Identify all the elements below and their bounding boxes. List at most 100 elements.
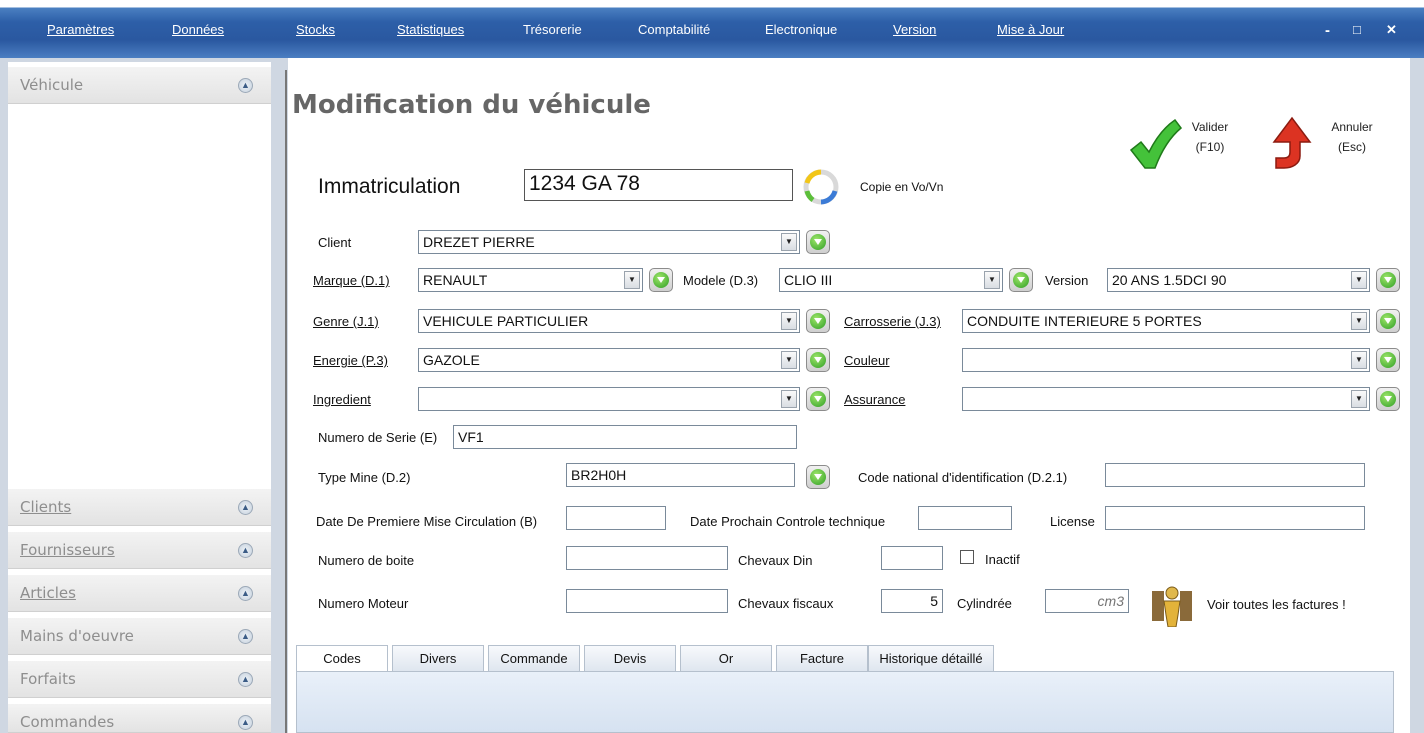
sidebar-item-label: Forfaits — [20, 670, 76, 688]
genre-value: VEHICULE PARTICULIER — [423, 313, 589, 329]
fiscaux-input[interactable]: 5 — [881, 589, 943, 613]
fiscaux-label: Chevaux fiscaux — [738, 596, 834, 611]
tab-facture[interactable]: Facture — [776, 645, 868, 671]
tab-commande[interactable]: Commande — [488, 645, 580, 671]
couleur-label: Couleur — [844, 353, 890, 368]
assurance-label: Assurance — [844, 392, 906, 407]
modele-select[interactable]: CLIO III ▼ — [779, 268, 1003, 292]
ingredient-add-button[interactable] — [806, 387, 830, 411]
typemine-input[interactable]: BR2H0H — [566, 463, 795, 487]
dropdown-arrow-icon[interactable]: ▼ — [781, 233, 797, 251]
dropdown-arrow-icon[interactable]: ▼ — [984, 271, 1000, 289]
close-button[interactable]: ✕ — [1386, 22, 1397, 38]
menu-parametres[interactable]: Paramètres — [47, 22, 114, 37]
sidebar-item-vehicule[interactable]: Véhicule ▲ — [8, 66, 271, 104]
energie-select[interactable]: GAZOLE ▼ — [418, 348, 800, 372]
codenat-label: Code national d'identification (D.2.1) — [858, 470, 1068, 485]
assurance-add-button[interactable] — [1376, 387, 1400, 411]
license-label: License — [1050, 514, 1095, 529]
dropdown-arrow-icon[interactable]: ▼ — [624, 271, 640, 289]
dropdown-arrow-icon[interactable]: ▼ — [1351, 351, 1367, 369]
couleur-select[interactable]: ▼ — [962, 348, 1370, 372]
menu-electronique[interactable]: Electronique — [765, 22, 837, 37]
codenat-input[interactable] — [1105, 463, 1365, 487]
genre-add-button[interactable] — [806, 309, 830, 333]
cylindree-input[interactable] — [1045, 589, 1129, 613]
dropdown-arrow-icon[interactable]: ▼ — [1351, 390, 1367, 408]
dropdown-arrow-icon[interactable]: ▼ — [781, 351, 797, 369]
version-select[interactable]: 20 ANS 1.5DCI 90 ▼ — [1107, 268, 1370, 292]
menu-version[interactable]: Version — [893, 22, 936, 37]
version-add-button[interactable] — [1376, 268, 1400, 292]
sidebar-item-commandes[interactable]: Commandes ▲ — [8, 703, 271, 733]
serie-input[interactable]: VF1 — [453, 425, 797, 449]
tab-historique[interactable]: Historique détaillé — [868, 645, 994, 671]
dropdown-arrow-icon[interactable]: ▼ — [1351, 312, 1367, 330]
invoices-label[interactable]: Voir toutes les factures ! — [1207, 597, 1346, 612]
circle-down-icon — [810, 352, 826, 368]
sidebar-item-label: Commandes — [20, 713, 115, 731]
tab-divers[interactable]: Divers — [392, 645, 484, 671]
chevron-up-icon[interactable]: ▲ — [238, 629, 253, 644]
menu-statistiques[interactable]: Statistiques — [397, 22, 464, 37]
menu-stocks[interactable]: Stocks — [296, 22, 335, 37]
chevron-up-icon[interactable]: ▲ — [238, 715, 253, 730]
immat-input[interactable]: 1234 GA 78 — [524, 169, 793, 201]
invoices-button[interactable] — [1150, 583, 1194, 628]
menu-comptabilite[interactable]: Comptabilité — [638, 22, 710, 37]
tab-devis[interactable]: Devis — [584, 645, 676, 671]
maximize-button[interactable]: □ — [1353, 22, 1361, 37]
chevron-up-icon[interactable]: ▲ — [238, 78, 253, 93]
license-input[interactable] — [1105, 506, 1365, 530]
check-arrow-icon — [1129, 118, 1183, 169]
sidebar-item-mains-oeuvre[interactable]: Mains d'oeuvre ▲ — [8, 617, 271, 655]
sidebar-item-articles[interactable]: Articles ▲ — [8, 574, 271, 612]
sidebar-item-forfaits[interactable]: Forfaits ▲ — [8, 660, 271, 698]
moteur-input[interactable] — [566, 589, 728, 613]
typemine-label: Type Mine (D.2) — [318, 470, 411, 485]
sidebar-item-label: Articles — [20, 584, 76, 602]
tab-strip: Codes Divers Commande Devis Or Facture H… — [296, 645, 1394, 671]
minimize-button[interactable]: - — [1325, 22, 1330, 39]
date-mec-input[interactable] — [566, 506, 666, 530]
menu-mise-a-jour[interactable]: Mise à Jour — [997, 22, 1064, 37]
tab-or[interactable]: Or — [680, 645, 772, 671]
valider-button[interactable]: Valider (F10) — [1125, 112, 1245, 172]
tab-codes[interactable]: Codes — [296, 645, 388, 671]
modele-add-button[interactable] — [1009, 268, 1033, 292]
genre-select[interactable]: VEHICULE PARTICULIER ▼ — [418, 309, 800, 333]
typemine-add-button[interactable] — [806, 465, 830, 489]
marque-select[interactable]: RENAULT ▼ — [418, 268, 643, 292]
din-input[interactable] — [881, 546, 943, 570]
sidebar-item-fournisseurs[interactable]: Fournisseurs ▲ — [8, 531, 271, 569]
annuler-button[interactable]: Annuler (Esc) — [1262, 112, 1382, 172]
menu-tresorerie[interactable]: Trésorerie — [523, 22, 582, 37]
date-ct-input[interactable] — [918, 506, 1012, 530]
dropdown-arrow-icon[interactable]: ▼ — [1351, 271, 1367, 289]
copy-vo-vn-button[interactable] — [801, 167, 841, 207]
dropdown-arrow-icon[interactable]: ▼ — [781, 390, 797, 408]
sidebar-item-label: Véhicule — [20, 76, 84, 94]
chevron-up-icon[interactable]: ▲ — [238, 500, 253, 515]
valider-shortcut: (F10) — [1195, 140, 1225, 154]
splitter[interactable] — [285, 70, 287, 733]
chevron-up-icon[interactable]: ▲ — [238, 586, 253, 601]
energie-add-button[interactable] — [806, 348, 830, 372]
carrosserie-select[interactable]: CONDUITE INTERIEURE 5 PORTES ▼ — [962, 309, 1370, 333]
inactif-checkbox[interactable] — [960, 550, 974, 564]
ingredient-select[interactable]: ▼ — [418, 387, 800, 411]
ingredient-label: Ingredient — [313, 392, 371, 407]
menu-donnees[interactable]: Données — [172, 22, 224, 37]
client-add-button[interactable] — [806, 230, 830, 254]
chevron-up-icon[interactable]: ▲ — [238, 543, 253, 558]
dropdown-arrow-icon[interactable]: ▼ — [781, 312, 797, 330]
carrosserie-add-button[interactable] — [1376, 309, 1400, 333]
client-select[interactable]: DREZET PIERRE ▼ — [418, 230, 800, 254]
marque-add-button[interactable] — [649, 268, 673, 292]
tab-panel — [296, 671, 1394, 733]
chevron-up-icon[interactable]: ▲ — [238, 672, 253, 687]
boite-input[interactable] — [566, 546, 728, 570]
sidebar-item-clients[interactable]: Clients ▲ — [8, 488, 271, 526]
assurance-select[interactable]: ▼ — [962, 387, 1370, 411]
couleur-add-button[interactable] — [1376, 348, 1400, 372]
